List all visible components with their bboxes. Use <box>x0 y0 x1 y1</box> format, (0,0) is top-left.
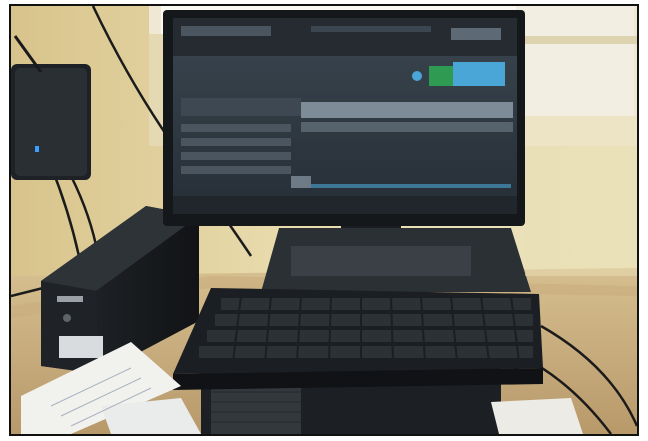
wall-light <box>525 116 637 276</box>
monitor <box>163 10 525 264</box>
photo-frame <box>9 4 639 436</box>
screen-blue-block <box>453 62 505 86</box>
keyboard <box>173 288 543 390</box>
screen-green-block <box>429 66 453 86</box>
photo-scene <box>11 6 637 434</box>
